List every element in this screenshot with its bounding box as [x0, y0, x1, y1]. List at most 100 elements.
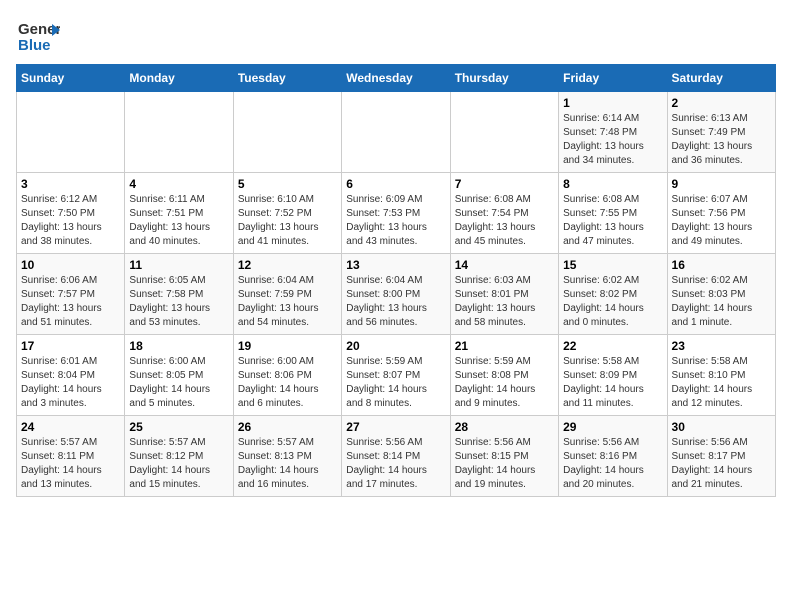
calendar-cell: 21 Sunrise: 5:59 AM Sunset: 8:08 PM Dayli…	[450, 335, 558, 416]
header-wednesday: Wednesday	[342, 65, 450, 92]
calendar-cell: 22 Sunrise: 5:58 AM Sunset: 8:09 PM Dayli…	[559, 335, 667, 416]
day-number: 27	[346, 420, 445, 434]
calendar-cell: 5 Sunrise: 6:10 AM Sunset: 7:52 PM Daylig…	[233, 173, 341, 254]
calendar-week-5: 24Sunrise: 5:57 AM Sunset: 8:11 PM Dayli…	[17, 416, 776, 497]
calendar-week-3: 10Sunrise: 6:06 AM Sunset: 7:57 PM Dayli…	[17, 254, 776, 335]
day-number: 29	[563, 420, 662, 434]
day-number: 11	[129, 258, 228, 272]
calendar-cell: 17 Sunrise: 6:01 AM Sunset: 8:04 PM Dayli…	[17, 335, 125, 416]
calendar-cell: 14 Sunrise: 6:03 AM Sunset: 8:01 PM Dayli…	[450, 254, 558, 335]
day-info: Sunrise: 5:59 AM Sunset: 8:08 PM Dayligh…	[455, 355, 554, 411]
calendar-cell: 25 Sunrise: 5:57 AM Sunset: 8:12 PM Dayli…	[125, 416, 233, 497]
day-number: 23	[672, 339, 771, 353]
day-info: Sunrise: 5:58 AM Sunset: 8:09 PM Dayligh…	[563, 355, 662, 411]
calendar-cell: 7 Sunrise: 6:08 AM Sunset: 7:54 PM Daylig…	[450, 173, 558, 254]
calendar-cell: 1 Sunrise: 6:14 AM Sunset: 7:48 PM Daylig…	[559, 92, 667, 173]
day-info: Sunrise: 5:56 AM Sunset: 8:15 PM Dayligh…	[455, 436, 554, 492]
day-number: 21	[455, 339, 554, 353]
day-info: Sunrise: 6:02 AM Sunset: 8:03 PM Dayligh…	[672, 274, 771, 330]
day-number: 8	[563, 177, 662, 191]
calendar-cell: 13 Sunrise: 6:04 AM Sunset: 8:00 PM Dayli…	[342, 254, 450, 335]
day-info: Sunrise: 5:57 AM Sunset: 8:13 PM Dayligh…	[238, 436, 337, 492]
calendar-cell	[17, 92, 125, 173]
day-number: 9	[672, 177, 771, 191]
day-info: Sunrise: 6:10 AM Sunset: 7:52 PM Dayligh…	[238, 193, 337, 249]
calendar-header-row: SundayMondayTuesdayWednesdayThursdayFrid…	[17, 65, 776, 92]
day-info: Sunrise: 6:01 AM Sunset: 8:04 PM Dayligh…	[21, 355, 120, 411]
calendar-cell: 20 Sunrise: 5:59 AM Sunset: 8:07 PM Dayli…	[342, 335, 450, 416]
day-info: Sunrise: 6:14 AM Sunset: 7:48 PM Dayligh…	[563, 112, 662, 168]
svg-text:Blue: Blue	[18, 37, 51, 54]
calendar-cell: 10Sunrise: 6:06 AM Sunset: 7:57 PM Dayli…	[17, 254, 125, 335]
header-tuesday: Tuesday	[233, 65, 341, 92]
day-number: 3	[21, 177, 120, 191]
calendar-cell	[342, 92, 450, 173]
calendar-week-1: 1 Sunrise: 6:14 AM Sunset: 7:48 PM Daylig…	[17, 92, 776, 173]
day-info: Sunrise: 5:59 AM Sunset: 8:07 PM Dayligh…	[346, 355, 445, 411]
calendar-cell: 19 Sunrise: 6:00 AM Sunset: 8:06 PM Dayli…	[233, 335, 341, 416]
day-info: Sunrise: 5:57 AM Sunset: 8:11 PM Dayligh…	[21, 436, 120, 492]
calendar-cell: 3 Sunrise: 6:12 AM Sunset: 7:50 PM Daylig…	[17, 173, 125, 254]
day-number: 17	[21, 339, 120, 353]
page-header: General Blue	[16, 16, 776, 54]
day-info: Sunrise: 6:03 AM Sunset: 8:01 PM Dayligh…	[455, 274, 554, 330]
day-number: 2	[672, 96, 771, 110]
logo: General Blue	[16, 16, 60, 54]
day-number: 22	[563, 339, 662, 353]
header-friday: Friday	[559, 65, 667, 92]
day-info: Sunrise: 6:06 AM Sunset: 7:57 PM Dayligh…	[21, 274, 120, 330]
calendar-cell: 23 Sunrise: 5:58 AM Sunset: 8:10 PM Dayli…	[667, 335, 775, 416]
day-info: Sunrise: 6:05 AM Sunset: 7:58 PM Dayligh…	[129, 274, 228, 330]
day-info: Sunrise: 6:08 AM Sunset: 7:54 PM Dayligh…	[455, 193, 554, 249]
day-number: 20	[346, 339, 445, 353]
day-info: Sunrise: 6:07 AM Sunset: 7:56 PM Dayligh…	[672, 193, 771, 249]
day-info: Sunrise: 6:08 AM Sunset: 7:55 PM Dayligh…	[563, 193, 662, 249]
day-number: 6	[346, 177, 445, 191]
calendar-cell	[233, 92, 341, 173]
logo-icon: General Blue	[16, 16, 60, 54]
calendar-cell: 24Sunrise: 5:57 AM Sunset: 8:11 PM Dayli…	[17, 416, 125, 497]
day-info: Sunrise: 5:57 AM Sunset: 8:12 PM Dayligh…	[129, 436, 228, 492]
calendar-cell: 28Sunrise: 5:56 AM Sunset: 8:15 PM Dayli…	[450, 416, 558, 497]
calendar-cell	[125, 92, 233, 173]
day-info: Sunrise: 6:02 AM Sunset: 8:02 PM Dayligh…	[563, 274, 662, 330]
calendar-cell: 12Sunrise: 6:04 AM Sunset: 7:59 PM Dayli…	[233, 254, 341, 335]
day-number: 26	[238, 420, 337, 434]
calendar-cell: 2 Sunrise: 6:13 AM Sunset: 7:49 PM Daylig…	[667, 92, 775, 173]
day-number: 13	[346, 258, 445, 272]
day-number: 7	[455, 177, 554, 191]
day-info: Sunrise: 5:58 AM Sunset: 8:10 PM Dayligh…	[672, 355, 771, 411]
day-number: 30	[672, 420, 771, 434]
day-number: 18	[129, 339, 228, 353]
day-info: Sunrise: 6:00 AM Sunset: 8:06 PM Dayligh…	[238, 355, 337, 411]
calendar-cell: 11 Sunrise: 6:05 AM Sunset: 7:58 PM Dayli…	[125, 254, 233, 335]
header-thursday: Thursday	[450, 65, 558, 92]
day-info: Sunrise: 6:04 AM Sunset: 8:00 PM Dayligh…	[346, 274, 445, 330]
calendar-week-4: 17 Sunrise: 6:01 AM Sunset: 8:04 PM Dayli…	[17, 335, 776, 416]
day-info: Sunrise: 6:09 AM Sunset: 7:53 PM Dayligh…	[346, 193, 445, 249]
day-number: 5	[238, 177, 337, 191]
header-sunday: Sunday	[17, 65, 125, 92]
day-number: 19	[238, 339, 337, 353]
calendar-week-2: 3 Sunrise: 6:12 AM Sunset: 7:50 PM Daylig…	[17, 173, 776, 254]
calendar-cell: 18 Sunrise: 6:00 AM Sunset: 8:05 PM Dayli…	[125, 335, 233, 416]
day-number: 14	[455, 258, 554, 272]
day-info: Sunrise: 5:56 AM Sunset: 8:17 PM Dayligh…	[672, 436, 771, 492]
day-number: 16	[672, 258, 771, 272]
day-number: 12	[238, 258, 337, 272]
day-info: Sunrise: 6:00 AM Sunset: 8:05 PM Dayligh…	[129, 355, 228, 411]
day-info: Sunrise: 6:13 AM Sunset: 7:49 PM Dayligh…	[672, 112, 771, 168]
calendar-cell: 6 Sunrise: 6:09 AM Sunset: 7:53 PM Daylig…	[342, 173, 450, 254]
calendar-cell: 16 Sunrise: 6:02 AM Sunset: 8:03 PM Dayli…	[667, 254, 775, 335]
calendar-cell: 29Sunrise: 5:56 AM Sunset: 8:16 PM Dayli…	[559, 416, 667, 497]
day-number: 15	[563, 258, 662, 272]
day-number: 25	[129, 420, 228, 434]
day-number: 1	[563, 96, 662, 110]
day-info: Sunrise: 5:56 AM Sunset: 8:14 PM Dayligh…	[346, 436, 445, 492]
day-info: Sunrise: 6:11 AM Sunset: 7:51 PM Dayligh…	[129, 193, 228, 249]
calendar-cell: 27 Sunrise: 5:56 AM Sunset: 8:14 PM Dayli…	[342, 416, 450, 497]
calendar-cell: 26 Sunrise: 5:57 AM Sunset: 8:13 PM Dayli…	[233, 416, 341, 497]
day-info: Sunrise: 6:12 AM Sunset: 7:50 PM Dayligh…	[21, 193, 120, 249]
header-monday: Monday	[125, 65, 233, 92]
calendar-cell	[450, 92, 558, 173]
